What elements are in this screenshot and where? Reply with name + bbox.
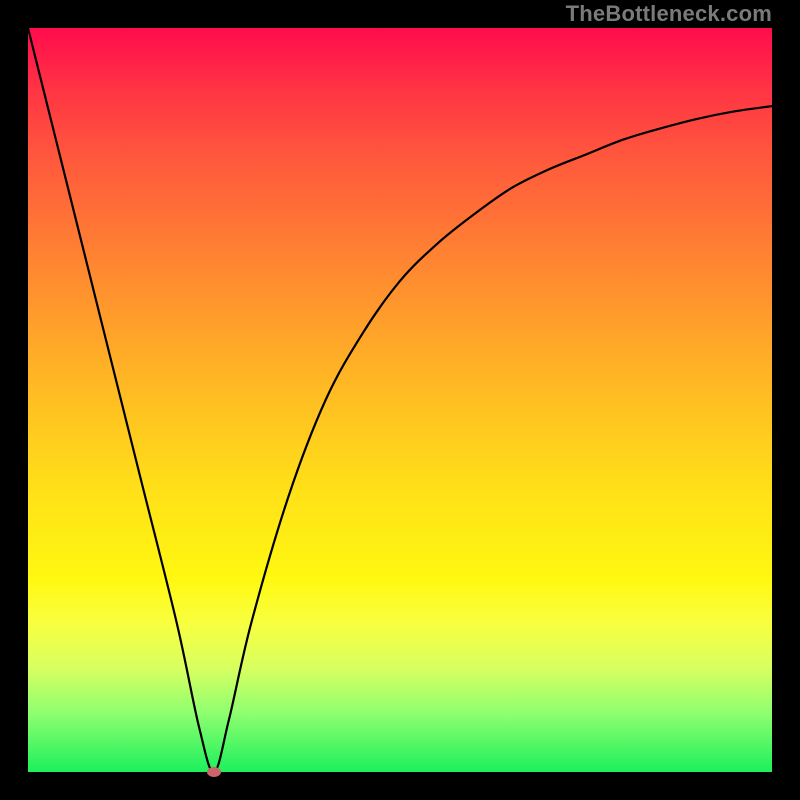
chart-frame: TheBottleneck.com bbox=[0, 0, 800, 800]
plot-area bbox=[28, 28, 772, 772]
watermark-text: TheBottleneck.com bbox=[566, 0, 772, 28]
curve-layer bbox=[28, 28, 772, 772]
min-marker bbox=[207, 767, 221, 777]
bottleneck-curve-path bbox=[28, 28, 772, 772]
